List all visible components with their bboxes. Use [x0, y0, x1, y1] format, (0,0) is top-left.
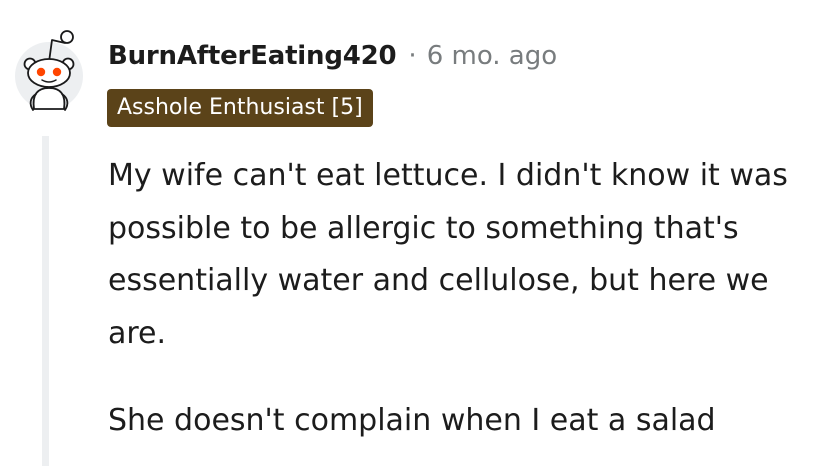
user-flair-badge: Asshole Enthusiast [5] [107, 89, 373, 127]
comment-thread-line[interactable] [42, 136, 49, 466]
username-link[interactable]: BurnAfterEating420 [108, 41, 397, 71]
comment-paragraph: She doesn't complain when I eat a salad [108, 403, 716, 438]
comment-meta: BurnAfterEating420 · 6 mo. ago [108, 38, 557, 74]
comment-timestamp[interactable]: 6 mo. ago [427, 41, 557, 71]
reddit-snoo-avatar-icon [15, 30, 83, 111]
user-avatar[interactable] [15, 26, 85, 116]
comment-paragraph: My wife can't eat lettuce. I didn't know… [108, 158, 788, 351]
comment-body: My wife can't eat lettuce. I didn't know… [108, 150, 808, 448]
comment: BurnAfterEating420 · 6 mo. ago Asshole E… [0, 0, 836, 466]
meta-separator: · [408, 41, 417, 71]
